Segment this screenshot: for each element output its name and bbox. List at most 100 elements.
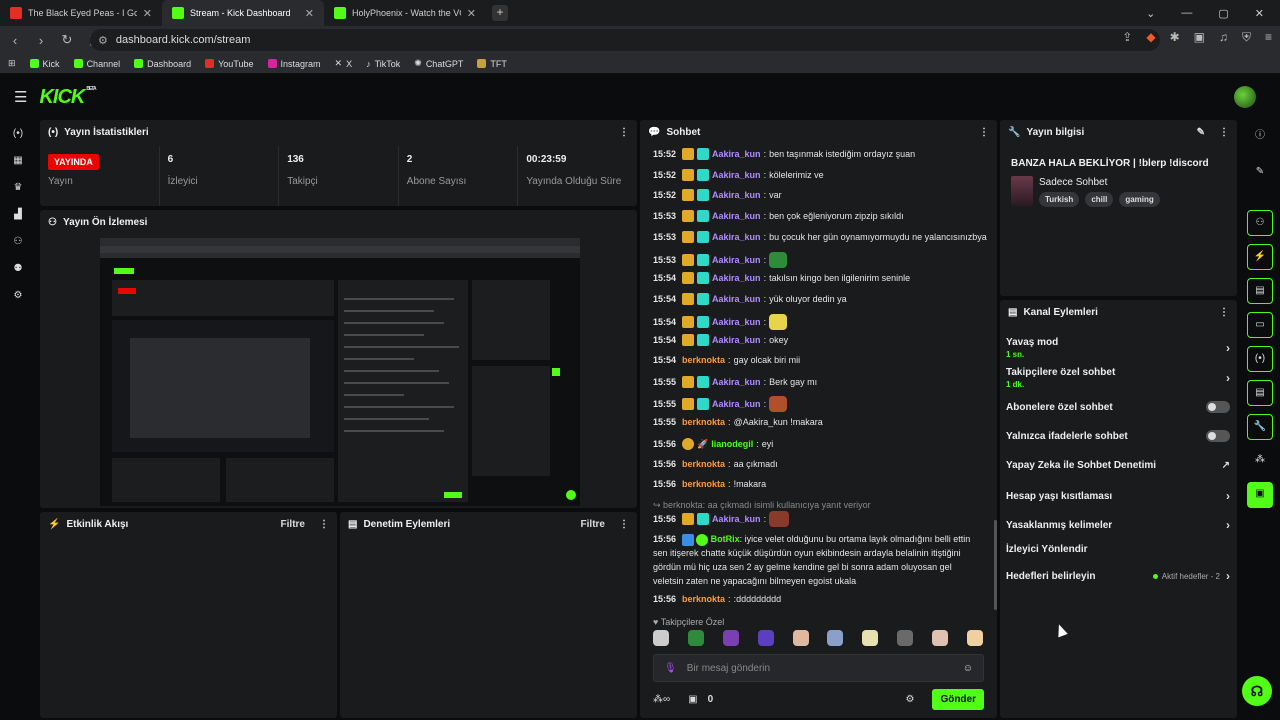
close-icon[interactable]: ✕	[143, 7, 152, 20]
chat-username[interactable]: Aakira_kun	[712, 399, 761, 409]
gift-icon[interactable]: ▣	[688, 694, 697, 705]
url-field[interactable]: ⚙ dashboard.kick.com/stream	[90, 29, 1160, 51]
brave-shield-icon[interactable]: ◆	[1146, 30, 1155, 45]
bookmark-youtube[interactable]: YouTube	[205, 59, 254, 69]
more-options-icon[interactable]: ⋮	[619, 127, 629, 138]
chat-widget-icon[interactable]: ▭	[1247, 312, 1273, 338]
more-options-icon[interactable]: ⋮	[1219, 307, 1229, 318]
chat-input[interactable]: 🎙 Bir mesaj gönderin ☺	[653, 654, 984, 682]
chat-username[interactable]: BotRix	[711, 534, 740, 544]
action-host-viewers[interactable]: İzleyici Yönlendir	[1006, 544, 1230, 555]
maximize-icon[interactable]: ▢	[1218, 7, 1228, 20]
close-icon[interactable]: ✕	[467, 7, 476, 20]
emote-icon[interactable]	[792, 630, 809, 646]
emote-icon[interactable]	[757, 630, 774, 646]
more-options-icon[interactable]: ⋮	[1219, 127, 1229, 138]
chat-username[interactable]: berknokta	[682, 417, 725, 427]
stats-widget-icon[interactable]: (•)	[1247, 346, 1273, 372]
edit-icon[interactable]: ✎	[1197, 127, 1205, 138]
action-ai-moderation[interactable]: Yapay Zeka ile Sohbet Denetimi ↗	[1006, 460, 1230, 471]
emote-icon[interactable]	[722, 630, 739, 646]
moderation-widget-icon[interactable]: ▤	[1247, 278, 1273, 304]
emote-icon[interactable]	[827, 630, 844, 646]
browser-tab-youtube[interactable]: The Black Eyed Peas - I Gotta Feeling ✕	[0, 0, 162, 26]
microphone-icon[interactable]: 🎙	[664, 663, 677, 674]
vpn-icon[interactable]: ⛨	[1242, 30, 1251, 45]
more-options-icon[interactable]: ⋮	[319, 519, 329, 530]
emote-icon[interactable]	[862, 630, 879, 646]
add-widget-icon[interactable]: ▣	[1247, 482, 1273, 508]
info-widget-icon[interactable]: 🔧	[1247, 414, 1273, 440]
chat-username[interactable]: Aakira_kun	[712, 514, 761, 524]
bookmark-dashboard[interactable]: Dashboard	[134, 59, 191, 69]
chat-username[interactable]: Aakira_kun	[712, 211, 761, 221]
close-icon[interactable]: ✕	[305, 7, 314, 20]
emote-icon[interactable]	[897, 630, 914, 646]
channel-points-icon[interactable]: ⁂∞	[653, 694, 670, 705]
action-followers-only[interactable]: Takipçilere özel sohbet 1 dk. ›	[1006, 367, 1230, 389]
bookmark-instagram[interactable]: Instagram	[267, 59, 321, 69]
chat-username[interactable]: Aakira_kun	[712, 317, 761, 327]
filter-button[interactable]: Filtre	[581, 519, 605, 530]
emote-icon[interactable]	[653, 630, 669, 646]
activity-widget-icon[interactable]: ⚡	[1247, 244, 1273, 270]
forward-icon[interactable]: ›	[30, 33, 52, 48]
chat-username[interactable]: Aakira_kun	[712, 294, 761, 304]
menu-icon[interactable]: ≡	[1265, 30, 1272, 45]
preview-widget-icon[interactable]: ⚇	[1247, 210, 1273, 236]
hamburger-menu-icon[interactable]: ☰	[14, 88, 27, 106]
chat-username[interactable]: berknokta	[682, 594, 725, 604]
chat-username[interactable]: Aakira_kun	[712, 232, 761, 242]
more-options-icon[interactable]: ⋮	[619, 519, 629, 530]
music-icon[interactable]: ♫	[1219, 30, 1228, 45]
support-chat-icon[interactable]: ☊	[1242, 676, 1272, 706]
stream-preview-video[interactable]	[100, 238, 580, 506]
moderation-icon[interactable]: ⚇	[0, 228, 36, 255]
emote-icon[interactable]	[687, 630, 704, 646]
bookmark-channel[interactable]: Channel	[73, 59, 120, 69]
users-icon[interactable]: ⚉	[0, 255, 36, 282]
action-slow-mode[interactable]: Yavaş mod 1 sn. ›	[1006, 337, 1230, 359]
share-icon[interactable]: ⇪	[1122, 30, 1132, 45]
emotes-only-toggle[interactable]	[1206, 430, 1230, 442]
actions-widget-icon[interactable]: ▤	[1247, 380, 1273, 406]
action-set-goals[interactable]: Hedefleri belirleyin Aktif hedefler - 2 …	[1006, 569, 1230, 583]
subscribers-only-toggle[interactable]	[1206, 401, 1230, 413]
info-icon[interactable]: ⓘ	[1247, 124, 1273, 150]
emote-icon[interactable]	[966, 630, 983, 646]
bookmark-tft[interactable]: TFT	[477, 59, 507, 69]
stream-broadcast-icon[interactable]: (•)	[0, 120, 36, 147]
chat-username[interactable]: Aakira_kun	[712, 190, 761, 200]
browser-tab-dashboard[interactable]: Stream - Kick Dashboard ✕	[162, 0, 324, 26]
browser-tab-vod[interactable]: HolyPhoenix - Watch the VOD on Kick ✕	[324, 0, 486, 26]
chat-username[interactable]: Aakira_kun	[712, 335, 761, 345]
bookmark-chatgpt[interactable]: ✺ ChatGPT	[414, 58, 463, 69]
filter-button[interactable]: Filtre	[281, 519, 305, 530]
chat-username[interactable]: lianodegil	[711, 439, 753, 449]
chat-settings-icon[interactable]: ⚙	[905, 694, 914, 705]
tab-search-icon[interactable]: ⌄	[1146, 7, 1155, 20]
close-window-icon[interactable]: ✕	[1255, 7, 1264, 20]
user-avatar[interactable]	[1234, 86, 1256, 108]
extensions-icon[interactable]: ✱	[1170, 30, 1180, 45]
site-info-icon[interactable]: ⚙	[98, 34, 108, 47]
kick-logo[interactable]: KICK BETA	[39, 86, 96, 109]
bookmark-kick[interactable]: Kick	[29, 59, 60, 69]
emote-icon[interactable]	[932, 630, 948, 646]
chat-username[interactable]: Aakira_kun	[712, 170, 761, 180]
emoji-icon[interactable]: ☺	[963, 663, 973, 674]
minimize-icon[interactable]: —	[1181, 7, 1192, 19]
back-icon[interactable]: ‹	[4, 33, 26, 48]
reload-icon[interactable]: ↻	[56, 32, 78, 48]
community-icon[interactable]: ▟	[0, 201, 36, 228]
chat-username[interactable]: berknokta	[682, 459, 725, 469]
chat-username[interactable]: Aakira_kun	[712, 377, 761, 387]
action-account-age[interactable]: Hesap yaşı kısıtlaması ›	[1006, 489, 1230, 503]
chat-username[interactable]: Aakira_kun	[712, 149, 761, 159]
sidebar-icon[interactable]: ▣	[1194, 30, 1205, 45]
bookmark-tiktok[interactable]: ♪ TikTok	[366, 59, 400, 69]
apps-grid-icon[interactable]: ⊞	[8, 58, 16, 69]
new-tab-button[interactable]: +	[492, 5, 508, 21]
analytics-icon[interactable]: ▦	[0, 147, 36, 174]
send-button[interactable]: Gönder	[932, 688, 984, 710]
